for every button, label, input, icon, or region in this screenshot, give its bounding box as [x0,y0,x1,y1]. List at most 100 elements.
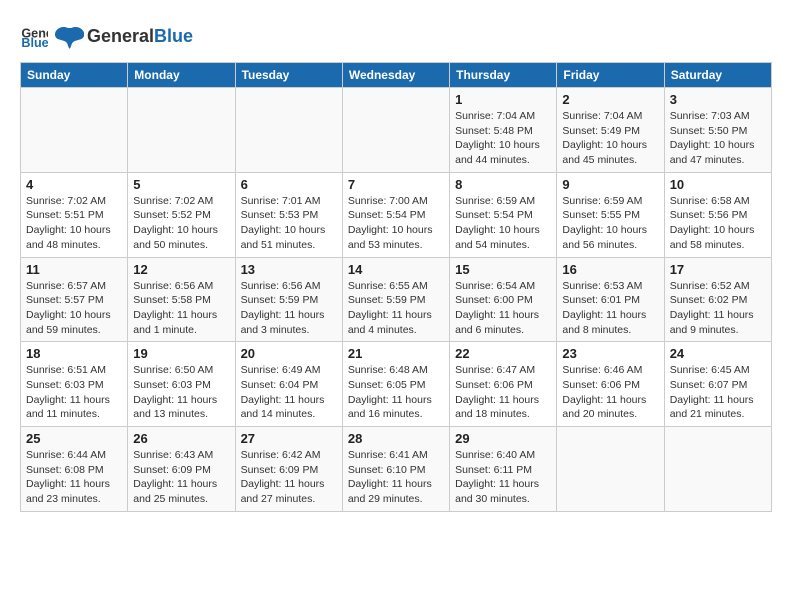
day-cell: 19Sunrise: 6:50 AMSunset: 6:03 PMDayligh… [128,342,235,427]
day-number: 13 [241,262,337,277]
day-number: 2 [562,92,658,107]
day-cell: 7 Sunrise: 7:00 AMSunset: 5:54 PMDaylight… [342,172,449,257]
day-cell: 26 Sunrise: 6:43 AMSunset: 6:09 PMDayligh… [128,427,235,512]
header-cell-saturday: Saturday [664,63,771,88]
day-cell: 20 Sunrise: 6:49 AMSunset: 6:04 PMDayligh… [235,342,342,427]
day-cell: 22 Sunrise: 6:47 AMSunset: 6:06 PMDayligh… [450,342,557,427]
day-number: 26 [133,431,229,446]
day-number: 10 [670,177,766,192]
day-info: Sunrise: 6:42 AMSunset: 6:09 PMDaylight:… [241,448,337,507]
day-cell: 8 Sunrise: 6:59 AMSunset: 5:54 PMDaylight… [450,172,557,257]
day-number: 27 [241,431,337,446]
day-cell: 29 Sunrise: 6:40 AMSunset: 6:11 PMDayligh… [450,427,557,512]
day-cell [128,88,235,173]
page-header: General Blue GeneralBlue [20,20,772,52]
day-cell [235,88,342,173]
day-cell [21,88,128,173]
day-cell: 2Sunrise: 7:04 AMSunset: 5:49 PMDaylight… [557,88,664,173]
header-cell-friday: Friday [557,63,664,88]
day-info: Sunrise: 6:44 AMSunset: 6:08 PMDaylight:… [26,448,122,507]
header-row: SundayMondayTuesdayWednesdayThursdayFrid… [21,63,772,88]
day-info: Sunrise: 6:45 AMSunset: 6:07 PMDaylight:… [670,363,766,422]
day-number: 16 [562,262,658,277]
day-cell: 17 Sunrise: 6:52 AMSunset: 6:02 PMDayligh… [664,257,771,342]
day-cell: 23 Sunrise: 6:46 AMSunset: 6:06 PMDayligh… [557,342,664,427]
day-info: Sunrise: 6:49 AMSunset: 6:04 PMDaylight:… [241,363,337,422]
calendar-header: SundayMondayTuesdayWednesdayThursdayFrid… [21,63,772,88]
day-number: 18 [26,346,122,361]
logo-icon: General Blue [20,22,48,50]
day-info: Sunrise: 6:56 AMSunset: 5:58 PMDaylight:… [133,279,229,338]
week-row-4: 25Sunrise: 6:44 AMSunset: 6:08 PMDayligh… [21,427,772,512]
calendar-body: 1Sunrise: 7:04 AMSunset: 5:48 PMDaylight… [21,88,772,512]
day-info: Sunrise: 6:40 AMSunset: 6:11 PMDaylight:… [455,448,551,507]
day-info: Sunrise: 6:59 AMSunset: 5:54 PMDaylight:… [455,194,551,253]
day-info: Sunrise: 6:54 AMSunset: 6:00 PMDaylight:… [455,279,551,338]
day-cell [342,88,449,173]
day-cell: 3Sunrise: 7:03 AMSunset: 5:50 PMDaylight… [664,88,771,173]
day-cell: 9Sunrise: 6:59 AMSunset: 5:55 PMDaylight… [557,172,664,257]
day-number: 23 [562,346,658,361]
calendar-table: SundayMondayTuesdayWednesdayThursdayFrid… [20,62,772,512]
day-info: Sunrise: 7:00 AMSunset: 5:54 PMDaylight:… [348,194,444,253]
day-number: 24 [670,346,766,361]
day-info: Sunrise: 6:41 AMSunset: 6:10 PMDaylight:… [348,448,444,507]
day-info: Sunrise: 6:58 AMSunset: 5:56 PMDaylight:… [670,194,766,253]
header-cell-sunday: Sunday [21,63,128,88]
day-cell: 5 Sunrise: 7:02 AMSunset: 5:52 PMDaylight… [128,172,235,257]
day-number: 28 [348,431,444,446]
day-number: 1 [455,92,551,107]
logo: General Blue GeneralBlue [20,20,193,52]
day-info: Sunrise: 6:51 AMSunset: 6:03 PMDaylight:… [26,363,122,422]
day-info: Sunrise: 7:02 AMSunset: 5:52 PMDaylight:… [133,194,229,253]
header-cell-monday: Monday [128,63,235,88]
day-number: 29 [455,431,551,446]
day-number: 8 [455,177,551,192]
day-info: Sunrise: 6:47 AMSunset: 6:06 PMDaylight:… [455,363,551,422]
week-row-0: 1Sunrise: 7:04 AMSunset: 5:48 PMDaylight… [21,88,772,173]
day-info: Sunrise: 7:03 AMSunset: 5:50 PMDaylight:… [670,109,766,168]
day-number: 20 [241,346,337,361]
day-number: 7 [348,177,444,192]
day-cell [557,427,664,512]
day-number: 6 [241,177,337,192]
day-cell: 18 Sunrise: 6:51 AMSunset: 6:03 PMDayligh… [21,342,128,427]
day-cell [664,427,771,512]
week-row-2: 11Sunrise: 6:57 AMSunset: 5:57 PMDayligh… [21,257,772,342]
day-cell: 24 Sunrise: 6:45 AMSunset: 6:07 PMDayligh… [664,342,771,427]
day-info: Sunrise: 6:56 AMSunset: 5:59 PMDaylight:… [241,279,337,338]
day-info: Sunrise: 6:55 AMSunset: 5:59 PMDaylight:… [348,279,444,338]
day-cell: 13 Sunrise: 6:56 AMSunset: 5:59 PMDayligh… [235,257,342,342]
day-info: Sunrise: 6:57 AMSunset: 5:57 PMDaylight:… [26,279,122,338]
header-cell-tuesday: Tuesday [235,63,342,88]
day-number: 21 [348,346,444,361]
day-cell: 1Sunrise: 7:04 AMSunset: 5:48 PMDaylight… [450,88,557,173]
day-cell: 10 Sunrise: 6:58 AMSunset: 5:56 PMDayligh… [664,172,771,257]
day-cell: 28 Sunrise: 6:41 AMSunset: 6:10 PMDayligh… [342,427,449,512]
day-cell: 14Sunrise: 6:55 AMSunset: 5:59 PMDayligh… [342,257,449,342]
day-info: Sunrise: 6:48 AMSunset: 6:05 PMDaylight:… [348,363,444,422]
day-info: Sunrise: 6:46 AMSunset: 6:06 PMDaylight:… [562,363,658,422]
day-info: Sunrise: 6:43 AMSunset: 6:09 PMDaylight:… [133,448,229,507]
day-cell: 4Sunrise: 7:02 AMSunset: 5:51 PMDaylight… [21,172,128,257]
header-cell-wednesday: Wednesday [342,63,449,88]
week-row-3: 18 Sunrise: 6:51 AMSunset: 6:03 PMDayligh… [21,342,772,427]
logo-general-text: General [87,26,154,46]
day-info: Sunrise: 6:59 AMSunset: 5:55 PMDaylight:… [562,194,658,253]
day-number: 22 [455,346,551,361]
day-cell: 16 Sunrise: 6:53 AMSunset: 6:01 PMDayligh… [557,257,664,342]
header-cell-thursday: Thursday [450,63,557,88]
day-cell: 25Sunrise: 6:44 AMSunset: 6:08 PMDayligh… [21,427,128,512]
day-number: 5 [133,177,229,192]
day-cell: 21 Sunrise: 6:48 AMSunset: 6:05 PMDayligh… [342,342,449,427]
day-info: Sunrise: 6:53 AMSunset: 6:01 PMDaylight:… [562,279,658,338]
day-info: Sunrise: 6:52 AMSunset: 6:02 PMDaylight:… [670,279,766,338]
day-number: 17 [670,262,766,277]
day-cell: 6Sunrise: 7:01 AMSunset: 5:53 PMDaylight… [235,172,342,257]
day-cell: 12Sunrise: 6:56 AMSunset: 5:58 PMDayligh… [128,257,235,342]
day-number: 15 [455,262,551,277]
logo-bird-icon [52,20,84,52]
day-cell: 11Sunrise: 6:57 AMSunset: 5:57 PMDayligh… [21,257,128,342]
logo-blue-text: Blue [154,26,193,46]
day-info: Sunrise: 7:02 AMSunset: 5:51 PMDaylight:… [26,194,122,253]
